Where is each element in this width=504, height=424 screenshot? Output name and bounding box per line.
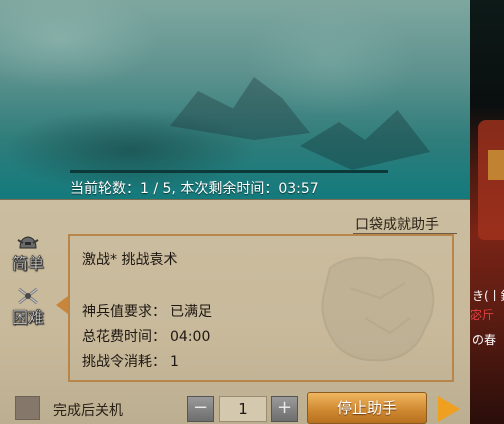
mode-easy-label: 简单 — [11, 254, 45, 274]
crossed-swords-icon — [18, 288, 38, 304]
cost-row: 挑战令消耗： 1 — [82, 351, 179, 371]
requirement-row: 神兵值要求： 已满足 — [82, 301, 212, 321]
round-status-text: 当前轮数：1 / 5, 本次剩余时间：03:57 — [70, 181, 319, 197]
mode-hard-label: 困难 — [11, 308, 45, 328]
helmet-icon — [17, 236, 39, 249]
next-arrow-icon[interactable] — [438, 396, 460, 422]
scene-rock — [300, 110, 430, 170]
side-text-1: き(丨鍟 — [472, 289, 504, 303]
time-label: 总花费时间： — [82, 329, 166, 345]
requirement-value: 已满足 — [170, 304, 212, 320]
side-scene-strip — [470, 0, 504, 424]
stage-name: 激战* 挑战袁术 — [82, 252, 178, 268]
side-text-3: の春 — [472, 333, 497, 347]
shutdown-checkbox[interactable] — [15, 396, 40, 420]
round-progress-bar — [70, 170, 388, 173]
mode-easy-button[interactable]: 简单 — [8, 234, 48, 274]
side-text-2: 宓斤 — [470, 308, 495, 322]
map-watermark — [321, 256, 435, 362]
cost-label: 挑战令消耗： — [82, 354, 166, 370]
time-row: 总花费时间： 04:00 — [82, 326, 210, 346]
game-window: 当前轮数：1 / 5, 本次剩余时间：03:57 き(丨鍟 宓斤 の春 口袋成就… — [0, 0, 504, 424]
assistant-title: 口袋成就助手 — [355, 217, 439, 233]
decrement-button[interactable]: − — [187, 396, 214, 422]
increment-button[interactable]: + — [271, 396, 298, 422]
cost-value: 1 — [170, 354, 179, 370]
side-ornament — [488, 150, 504, 180]
requirement-label: 神兵值要求： — [82, 304, 166, 320]
stop-assistant-button[interactable]: 停止助手 — [307, 392, 427, 424]
scene-rock — [170, 77, 310, 140]
count-input[interactable]: 1 — [219, 396, 267, 422]
time-value: 04:00 — [170, 329, 211, 345]
shutdown-label: 完成后关机 — [53, 403, 123, 419]
mode-hard-button[interactable]: 困难 — [8, 288, 48, 328]
selected-mode-pointer — [56, 296, 68, 314]
side-character-figure — [478, 120, 504, 240]
